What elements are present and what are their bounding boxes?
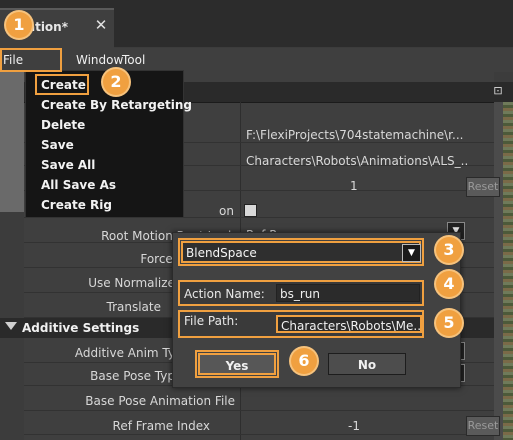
property-label: Translate: [106, 300, 162, 314]
menu-window[interactable]: Window: [76, 53, 123, 67]
highlight-file-menu: [0, 48, 62, 72]
menu-item-create-by-retargeting[interactable]: Create By Retargeting: [41, 98, 192, 112]
callout-badge-6: 6: [291, 348, 317, 374]
file-path-label: File Path:: [184, 314, 239, 328]
property-label: Base Pose Typ: [90, 369, 175, 383]
left-panel-strip: [0, 72, 24, 212]
action-name-label: Action Name:: [184, 287, 265, 301]
menu-item-save[interactable]: Save: [41, 138, 74, 152]
callout-badge-4: 4: [436, 271, 462, 297]
pin-icon[interactable]: ⊡: [490, 83, 506, 99]
reset-button[interactable]: Reset: [466, 177, 500, 197]
callout-badge-2: 2: [103, 69, 129, 95]
viewport-edge: [503, 102, 513, 440]
file-path-value: F:\FlexiProjects\704statemachine\r...: [246, 128, 464, 142]
close-icon[interactable]: ✕: [93, 17, 109, 33]
property-label: Additive Anim Ty: [74, 346, 175, 360]
callout-badge-3: 3: [436, 237, 462, 263]
property-label: Ref Frame Index: [112, 419, 210, 433]
reset-button[interactable]: Reset: [466, 416, 500, 436]
action-name-input[interactable]: bs_run: [276, 284, 420, 302]
ref-frame-value[interactable]: -1: [348, 419, 372, 433]
menu-item-all-save-as[interactable]: All Save As: [41, 178, 116, 192]
section-title: Additive Settings: [22, 321, 140, 335]
highlight-type-select: [178, 238, 424, 266]
file-path-input[interactable]: Characters\Robots\Me...: [276, 315, 422, 333]
asset-path-value: Characters\Robots\Animations\ALS_...: [246, 154, 468, 168]
menu-item-create-rig[interactable]: Create Rig: [41, 198, 112, 212]
menu-tool[interactable]: Tool: [122, 53, 145, 67]
property-label: Base Pose Animation File: [85, 394, 235, 408]
callout-badge-1: 1: [6, 12, 32, 38]
number-value[interactable]: 1: [350, 179, 370, 193]
highlight-yes: [195, 350, 279, 378]
checkbox[interactable]: [244, 204, 257, 217]
no-button[interactable]: No: [328, 353, 406, 375]
property-label: on: [219, 204, 234, 218]
callout-badge-5: 5: [436, 310, 462, 336]
menu-item-save-all[interactable]: Save All: [41, 158, 95, 172]
menu-item-delete[interactable]: Delete: [41, 118, 85, 132]
highlight-create: [35, 74, 89, 95]
triangle-down-icon[interactable]: [5, 322, 17, 330]
